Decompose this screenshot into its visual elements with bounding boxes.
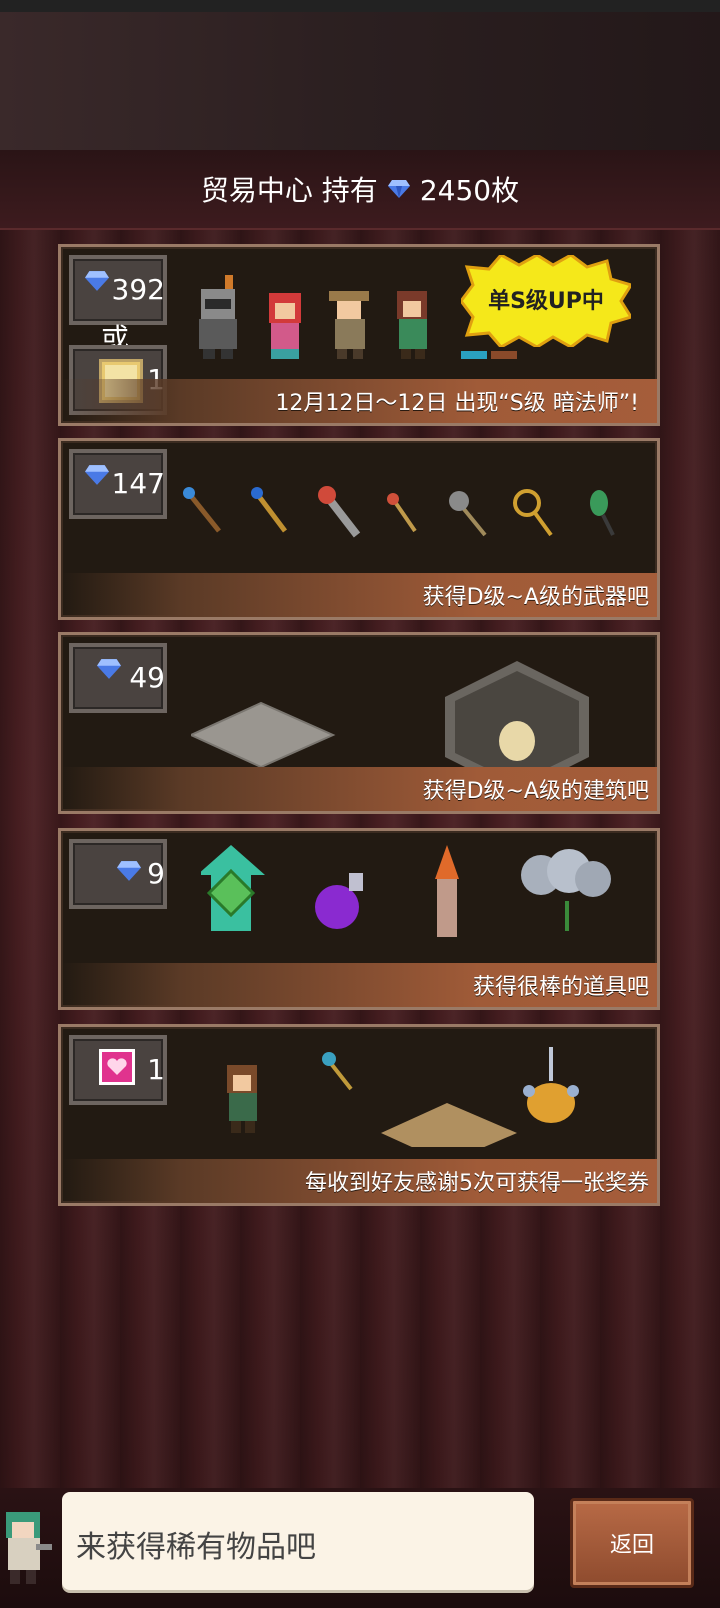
panel-caption: 获得D级~A级的建筑吧 (422, 779, 649, 804)
speech-text: 来获得稀有物品吧 (76, 1530, 316, 1565)
heart-cost-box: 1 (69, 1035, 167, 1105)
panel-caption: 获得很棒的道具吧 (472, 975, 649, 1000)
panel-caption: 每收到好友感谢5次可获得一张奖券 (305, 1171, 649, 1196)
heart-cost-value: 1 (147, 1053, 165, 1086)
stone-shrine-icon (445, 661, 589, 775)
page-title: 贸易中心 持有 (200, 174, 378, 207)
back-button-label: 返回 (609, 1533, 654, 1558)
purple-potion-icon (315, 873, 363, 929)
blue-gem-icon (117, 861, 141, 881)
gems-owned-count: 2450枚 (419, 174, 520, 207)
golden-net-icon (513, 489, 553, 537)
villager-sprite (227, 1065, 257, 1133)
green-racket-icon (590, 490, 615, 536)
redhead-girl-sprite (269, 293, 301, 359)
gem-cost-value: 392 (111, 273, 165, 306)
panel-caption: 12月12日～12日 出现“S级 暗法师”! (275, 391, 639, 416)
status-bar (0, 0, 720, 12)
item-sprites (201, 845, 611, 937)
red-mace-icon (318, 486, 361, 538)
friend-reward-sprites (227, 1047, 579, 1147)
ruby-wand-icon (387, 493, 417, 533)
explorer-sprite (329, 291, 369, 359)
guide-speech-bubble: 来获得稀有物品吧 (62, 1492, 534, 1590)
blue-gem-icon (97, 659, 121, 679)
back-button[interactable]: 返回 (570, 1498, 694, 1588)
adventurer-girl-sprite (397, 291, 427, 359)
gem-cost-box: 49 (69, 643, 167, 713)
badge-label: 单S级UP中 (488, 289, 604, 314)
gem-cost-value: 49 (129, 661, 165, 694)
knight-sprite (199, 275, 237, 359)
stone-floor-tile-icon (191, 701, 336, 769)
rain-cloud-icon (521, 849, 611, 931)
gacha-panel-friend-thanks[interactable]: 1 每收到好友感谢5次可获得一张奖券 (58, 1024, 660, 1206)
gem-cost-value: 147 (111, 467, 165, 500)
building-sprites (191, 661, 589, 775)
wand-icon (322, 1052, 353, 1091)
weapon-sprites (183, 486, 615, 538)
gacha-panel-characters[interactable]: 392 或 1 单S级UP中 12月12日～12日 出现“S级 暗 (58, 244, 660, 426)
staff-weapon-icon (183, 487, 221, 533)
panel-caption: 获得D级~A级的武器吧 (422, 585, 649, 610)
gem-cost-box: 147 (69, 449, 167, 519)
gacha-panel-buildings[interactable]: 49 获得D级~A级的建筑吧 (58, 632, 660, 814)
gem-cost-value: 9 (147, 857, 165, 890)
blue-gem-icon (387, 180, 410, 198)
guide-character-avatar (6, 1512, 52, 1584)
spiked-mace-icon (449, 491, 487, 537)
torch-icon (435, 845, 459, 937)
gacha-panel-items[interactable]: 9 获得很棒的道具吧 (58, 828, 660, 1010)
sand-floor-tile-icon (381, 1103, 517, 1147)
hidden-characters-sprite (461, 351, 517, 359)
gem-cost-box: 392 (69, 255, 167, 325)
heart-ticket-icon (99, 1049, 135, 1085)
green-arrow-gem-icon (201, 845, 265, 931)
gem-cost-box: 9 (69, 839, 167, 909)
blue-gem-icon (85, 271, 109, 291)
top-banner-area (0, 12, 720, 150)
trade-center-header: 贸易中心 持有 2450枚 (0, 150, 720, 230)
blue-gem-icon (85, 465, 109, 485)
blue-scepter-icon (251, 487, 287, 533)
gacha-panel-weapons[interactable]: 147 获得D级~A级的武器吧 (58, 438, 660, 620)
golden-chandelier-icon (523, 1047, 579, 1123)
